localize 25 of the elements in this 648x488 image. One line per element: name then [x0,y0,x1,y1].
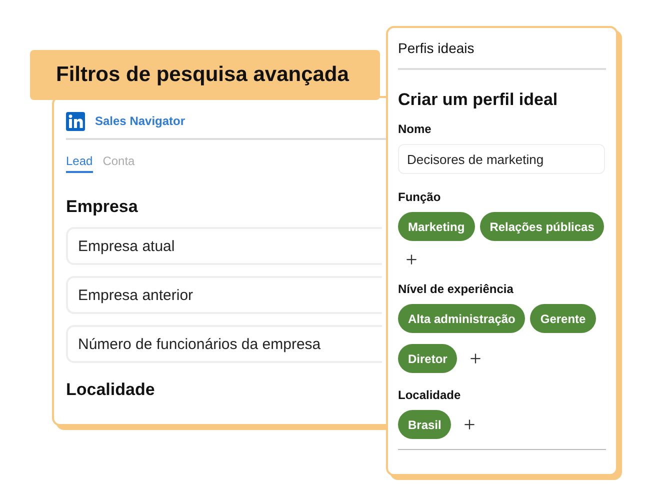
tag-chip: Diretor [398,344,458,373]
section-title: Localidade [66,380,156,400]
linkedin-logo-icon [66,112,85,130]
field-label: Nome [398,122,432,136]
add-icon[interactable] [404,252,419,267]
panel-title: Perfis ideais [398,40,476,58]
filter-option[interactable]: Empresa anterior [66,276,382,314]
filter-option[interactable]: Empresa atual [66,227,382,265]
tag-chip: Marketing [398,212,475,241]
name-input-field[interactable]: Decisores de marketing [398,144,605,174]
filter-option[interactable]: Número de funcionários da empresa [66,325,382,363]
field-label: Localidade [398,388,462,402]
tab[interactable]: Lead [66,154,93,173]
tag-chip: Brasil [398,410,452,439]
field-label: Nível de experiência [398,282,514,296]
banner-title: Filtros de pesquisa avançada [56,63,349,87]
tag-chip: Alta administração [398,304,526,333]
add-icon[interactable] [462,417,478,432]
field-label: Função [398,190,442,204]
add-icon[interactable] [468,351,484,366]
form-heading: Criar um perfil ideal [398,90,559,110]
tag-chip: Gerente [530,304,596,333]
brand-name: Sales Navigator [95,114,186,128]
tag-chip: Relações públicas [480,212,604,241]
section-title: Empresa [66,197,139,217]
